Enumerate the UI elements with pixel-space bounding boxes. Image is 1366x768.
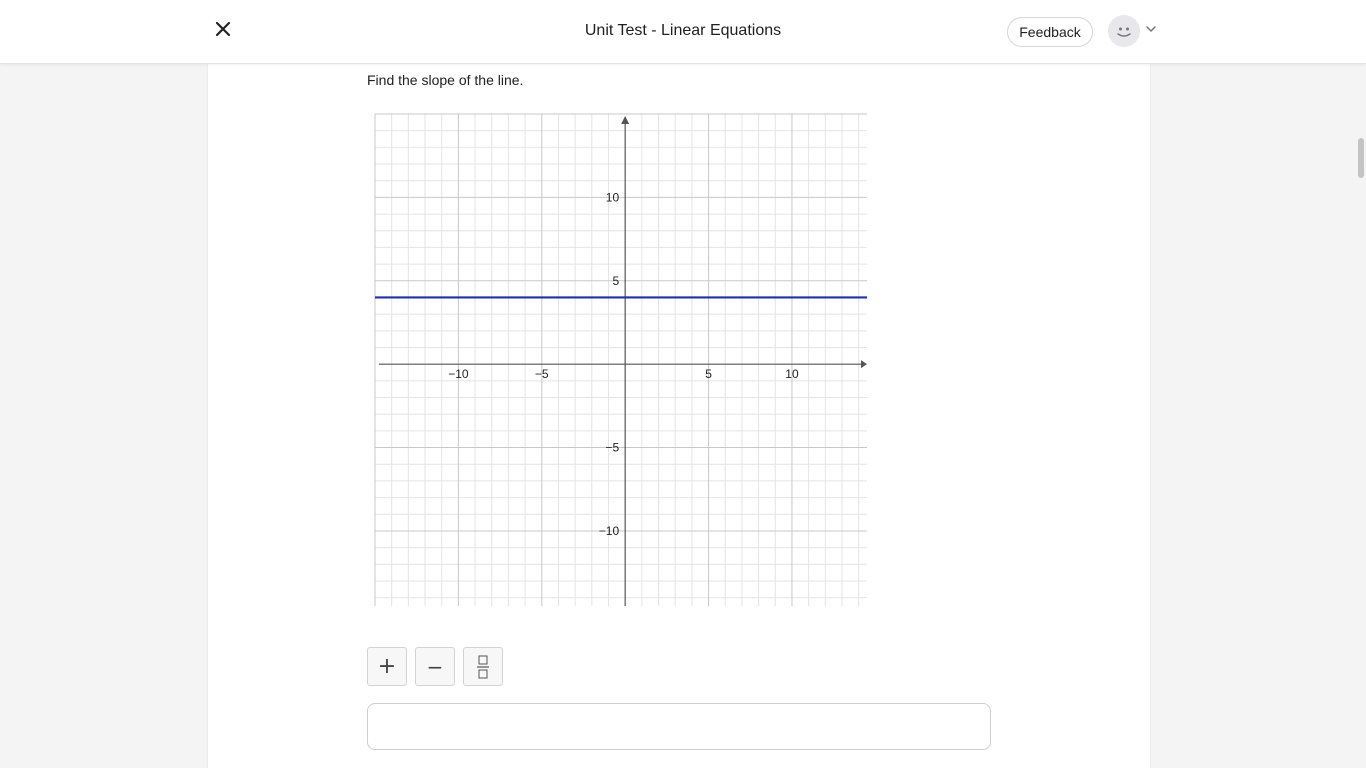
axes xyxy=(379,116,867,606)
plus-symbol: + xyxy=(377,653,397,679)
page-title: Unit Test - Linear Equations xyxy=(584,22,782,39)
top-bar: Unit Test - Linear Equations Feedback xyxy=(0,0,1366,64)
y-tick-label: −5 xyxy=(605,441,619,455)
minor-grid xyxy=(375,114,867,606)
x-tick-label: 5 xyxy=(705,367,712,381)
plus-button[interactable]: + xyxy=(367,647,407,686)
x-axis-arrow xyxy=(861,360,867,369)
feedback-button[interactable]: Feedback xyxy=(1007,17,1093,47)
scrollbar[interactable] xyxy=(1356,64,1366,768)
x-tick-label: −10 xyxy=(448,367,469,381)
close-button[interactable] xyxy=(210,16,236,42)
major-grid xyxy=(374,113,867,606)
avatar[interactable] xyxy=(1108,15,1140,47)
answer-input[interactable] xyxy=(367,703,991,750)
x-tick-label: 10 xyxy=(785,367,799,381)
scrollbar-thumb[interactable] xyxy=(1358,138,1364,178)
close-icon xyxy=(215,21,231,37)
y-tick-label: 10 xyxy=(606,190,620,204)
coordinate-graph: −10 −5 5 10 10 5 −5 −10 xyxy=(374,113,867,606)
fraction-button[interactable] xyxy=(463,647,503,686)
y-tick-label: 5 xyxy=(612,274,619,288)
fraction-icon xyxy=(477,655,489,678)
minus-symbol: − xyxy=(426,654,444,679)
y-axis-arrow xyxy=(621,116,630,124)
y-tick-label: −10 xyxy=(599,524,620,538)
smiley-avatar-icon xyxy=(1117,27,1131,37)
chevron-down-icon[interactable] xyxy=(1144,22,1158,36)
x-tick-label: −5 xyxy=(535,367,549,381)
question-prompt: Find the slope of the line. xyxy=(367,72,524,88)
minus-button[interactable]: − xyxy=(415,647,455,686)
